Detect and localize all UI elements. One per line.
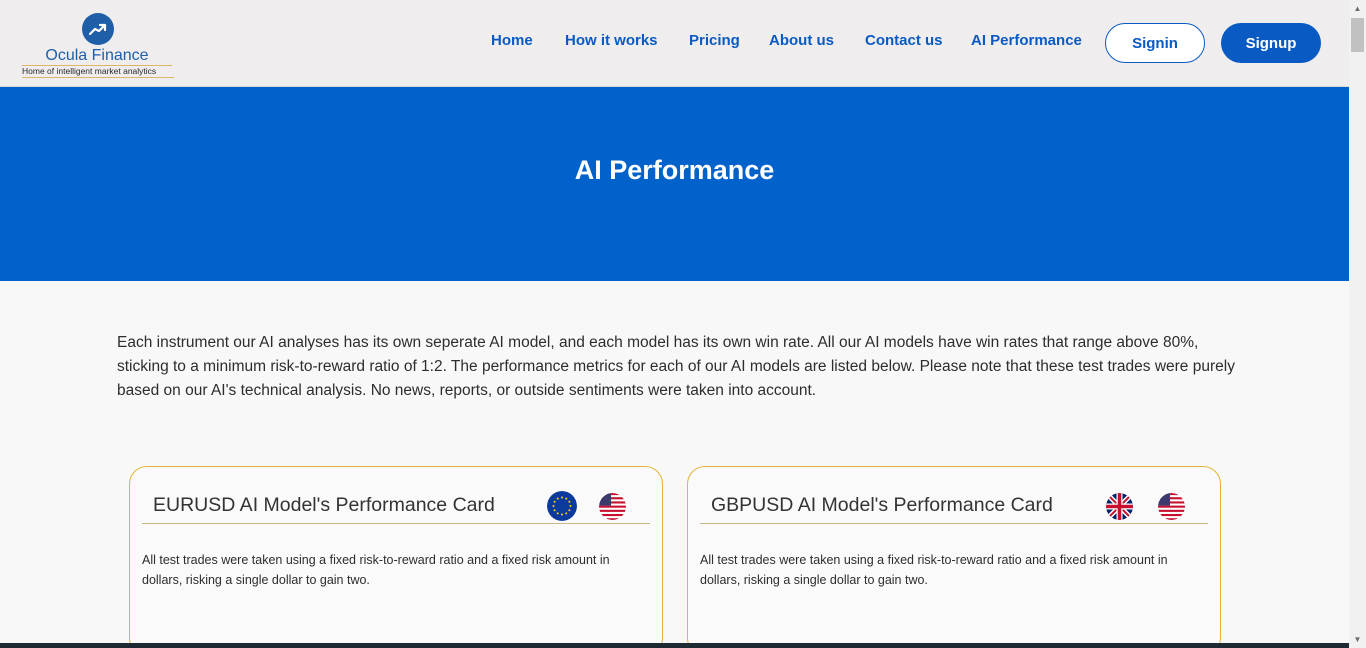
brand-logo[interactable]: Ocula Finance Home of intelligent market… <box>22 12 174 78</box>
scroll-down-arrow-icon[interactable]: ▼ <box>1349 631 1366 648</box>
card-divider <box>700 523 1208 524</box>
nav-ai-performance[interactable]: AI Performance <box>971 32 1082 49</box>
site-header: Ocula Finance Home of intelligent market… <box>0 0 1349 87</box>
hero-banner: AI Performance <box>0 87 1349 281</box>
nav-contact-us[interactable]: Contact us <box>865 32 943 49</box>
card-title: EURUSD AI Model's Performance Card <box>153 494 495 516</box>
signup-button[interactable]: Signup <box>1221 23 1321 63</box>
card-description: All test trades were taken using a fixed… <box>700 553 1168 587</box>
eurusd-performance-card: EURUSD AI Model's Performance Card All t… <box>129 466 663 648</box>
brand-name: Ocula Finance <box>22 47 172 66</box>
nav-home[interactable]: Home <box>491 32 533 49</box>
brand-tagline: Home of intelligent market analytics <box>22 66 174 78</box>
scrollbar-thumb[interactable] <box>1351 18 1364 52</box>
card-divider <box>142 523 650 524</box>
signin-button[interactable]: Signin <box>1105 23 1205 63</box>
taskbar-strip <box>0 643 1349 648</box>
gbpusd-performance-card: GBPUSD AI Model's Performance Card All t… <box>687 466 1221 648</box>
vertical-scrollbar[interactable]: ▲ ▼ <box>1349 0 1366 648</box>
trend-up-icon <box>82 13 114 45</box>
intro-paragraph: Each instrument our AI analyses has its … <box>117 334 1235 399</box>
nav-pricing[interactable]: Pricing <box>689 32 740 49</box>
scroll-up-arrow-icon[interactable]: ▲ <box>1349 0 1366 17</box>
us-flag-icon <box>599 493 626 520</box>
nav-about-us[interactable]: About us <box>769 32 834 49</box>
uk-flag-icon <box>1106 493 1133 520</box>
card-description: All test trades were taken using a fixed… <box>142 553 610 587</box>
nav-how-it-works[interactable]: How it works <box>565 32 658 49</box>
card-title: GBPUSD AI Model's Performance Card <box>711 494 1053 516</box>
eu-flag-icon <box>547 491 577 521</box>
us-flag-icon <box>1158 493 1185 520</box>
page-title: AI Performance <box>574 155 775 185</box>
